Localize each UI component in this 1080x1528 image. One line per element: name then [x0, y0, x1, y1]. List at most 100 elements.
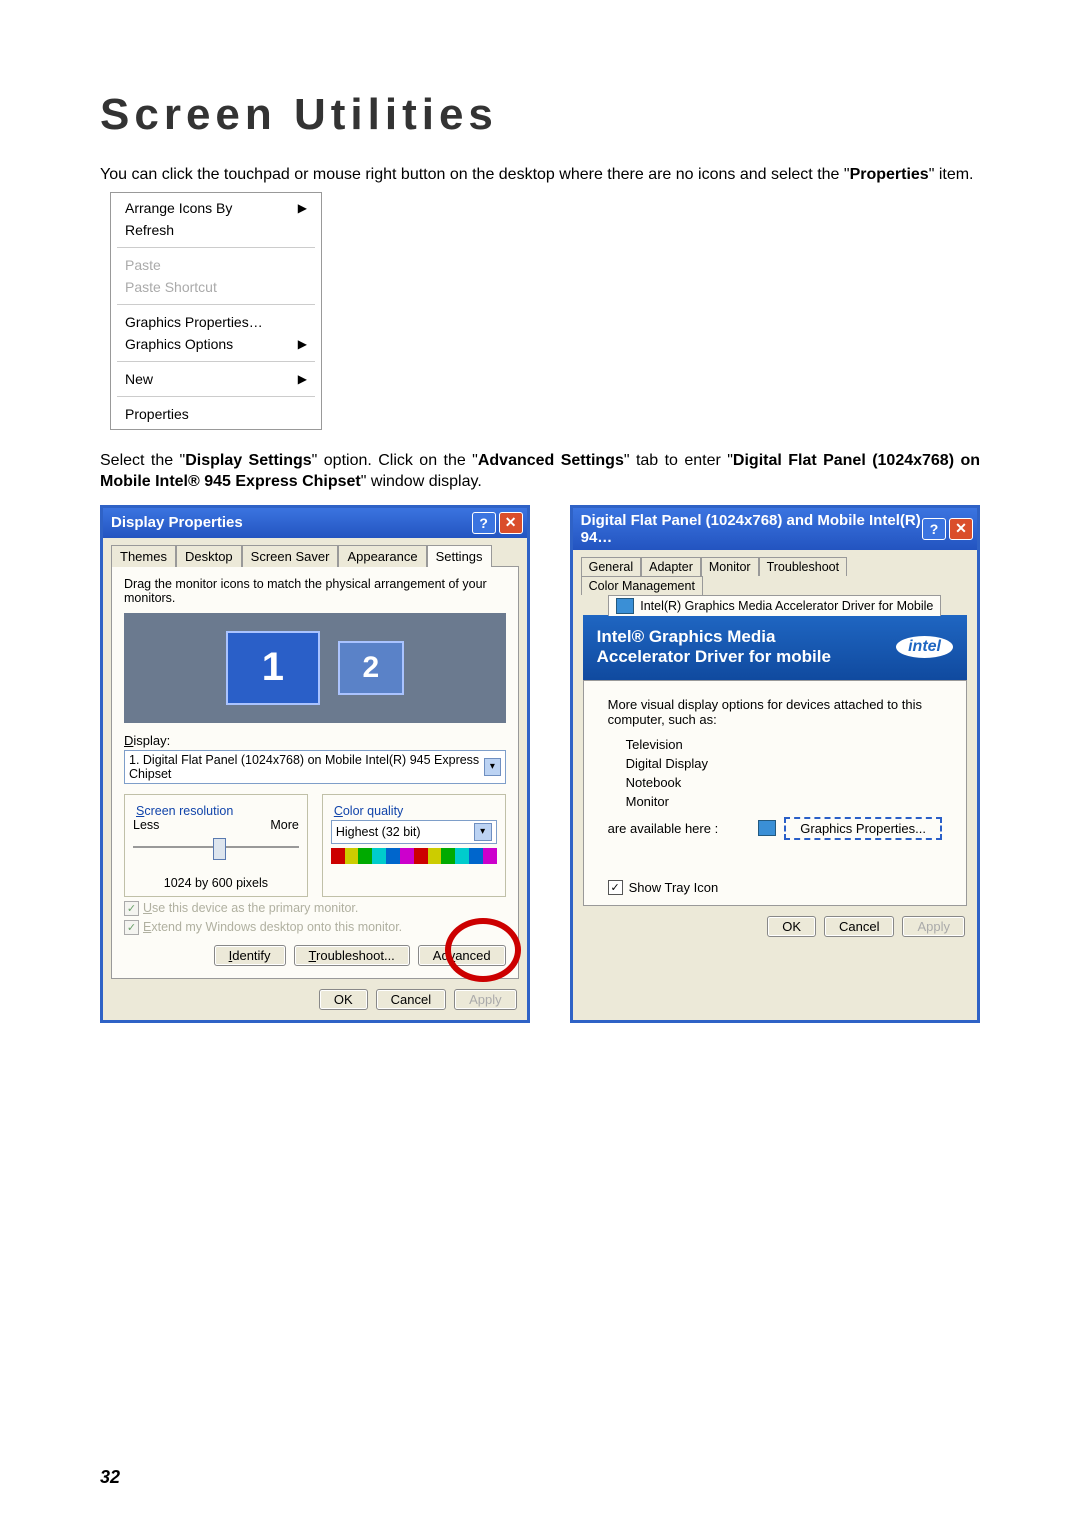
graphics-properties-button[interactable]: Graphics Properties... — [784, 817, 942, 840]
menu-label: Graphics Properties… — [125, 314, 263, 330]
menu-label: New — [125, 371, 153, 387]
show-tray-icon-checkbox[interactable]: ✓ Show Tray Icon — [608, 880, 942, 895]
tab-intel-driver[interactable]: Intel(R) Graphics Media Accelerator Driv… — [608, 595, 941, 616]
menu-label: Graphics Options — [125, 336, 233, 352]
list-item: Television — [626, 737, 942, 752]
tab-general[interactable]: General — [581, 557, 641, 576]
intel-driver-window: Digital Flat Panel (1024x768) and Mobile… — [570, 505, 980, 1023]
list-item: Monitor — [626, 794, 942, 809]
banner-line-1: Intel® Graphics Media — [597, 627, 831, 647]
highlight-circle — [445, 918, 521, 982]
menu-label: Paste — [125, 257, 161, 273]
color-quality-group: Color quality Highest (32 bit) ▾ — [322, 794, 506, 897]
text-bold: Display Settings — [185, 452, 311, 469]
color-quality-select[interactable]: Highest (32 bit) ▾ — [331, 820, 497, 844]
close-button[interactable]: ✕ — [499, 512, 523, 534]
extend-desktop-checkbox: ✓ Extend my Windows desktop onto this mo… — [124, 920, 506, 935]
tab-troubleshoot[interactable]: Troubleshoot — [759, 557, 848, 576]
menu-separator — [117, 361, 315, 362]
menu-separator — [117, 396, 315, 397]
window-title: Digital Flat Panel (1024x768) and Mobile… — [581, 512, 922, 546]
menu-item-graphics-properties[interactable]: Graphics Properties… — [111, 311, 321, 333]
text-bold: Properties — [850, 166, 929, 183]
tab-settings[interactable]: Settings — [427, 545, 492, 567]
close-button[interactable]: ✕ — [949, 518, 973, 540]
text-bold: Advanced Settings — [478, 452, 624, 469]
list-item: Digital Display — [626, 756, 942, 771]
intro-paragraph-1: You can click the touchpad or mouse righ… — [100, 164, 980, 186]
tab-themes[interactable]: Themes — [111, 545, 176, 567]
page-number: 32 — [100, 1467, 120, 1488]
text: Select the " — [100, 452, 185, 469]
text: " window display. — [361, 473, 482, 490]
less-label: Less — [133, 818, 159, 832]
menu-item-properties[interactable]: Properties — [111, 403, 321, 425]
window-title: Display Properties — [111, 514, 243, 531]
menu-item-refresh[interactable]: Refresh — [111, 219, 321, 241]
checkbox-label: Extend my Windows desktop onto this moni… — [143, 920, 402, 934]
troubleshoot-button[interactable]: Troubleshoot... — [294, 945, 410, 966]
tab-appearance[interactable]: Appearance — [338, 545, 426, 567]
submenu-arrow-icon: ▶ — [298, 337, 307, 351]
text: " option. Click on the " — [312, 452, 478, 469]
slider-thumb[interactable] — [213, 838, 226, 860]
intro-paragraph-2: Select the "Display Settings" option. Cl… — [100, 450, 980, 493]
tab-label: Intel(R) Graphics Media Accelerator Driv… — [640, 599, 933, 613]
list-item: Notebook — [626, 775, 942, 790]
page-title: Screen Utilities — [100, 90, 980, 140]
menu-separator — [117, 304, 315, 305]
tab-monitor[interactable]: Monitor — [701, 557, 759, 576]
driver-tab-panel: More visual display options for devices … — [583, 680, 967, 906]
color-swatch-bar — [331, 848, 497, 864]
chevron-down-icon: ▾ — [474, 823, 492, 841]
menu-separator — [117, 247, 315, 248]
menu-item-paste: Paste — [111, 254, 321, 276]
checkbox-icon: ✓ — [124, 920, 139, 935]
ok-button[interactable]: OK — [767, 916, 816, 937]
monitor-arrangement[interactable]: 1 2 — [124, 613, 506, 723]
monitor-1-icon[interactable]: 1 — [226, 631, 320, 705]
tab-strip: Themes Desktop Screen Saver Appearance S… — [103, 538, 527, 566]
menu-label: Properties — [125, 406, 189, 422]
menu-item-new[interactable]: New ▶ — [111, 368, 321, 390]
help-button[interactable]: ? — [922, 518, 946, 540]
checkbox-label: Use this device as the primary monitor. — [143, 901, 358, 915]
tab-screen-saver[interactable]: Screen Saver — [242, 545, 339, 567]
banner-line-2: Accelerator Driver for mobile — [597, 647, 831, 667]
menu-item-graphics-options[interactable]: Graphics Options ▶ — [111, 333, 321, 355]
ok-button[interactable]: OK — [319, 989, 368, 1010]
display-select-value: 1. Digital Flat Panel (1024x768) on Mobi… — [129, 753, 484, 781]
tab-adapter[interactable]: Adapter — [641, 557, 701, 576]
color-quality-value: Highest (32 bit) — [336, 825, 421, 839]
driver-banner: Intel® Graphics Media Accelerator Driver… — [583, 615, 967, 680]
tab-desktop[interactable]: Desktop — [176, 545, 242, 567]
title-bar: Display Properties ? ✕ — [103, 508, 527, 538]
identify-button[interactable]: Identify — [214, 945, 286, 966]
display-select[interactable]: 1. Digital Flat Panel (1024x768) on Mobi… — [124, 750, 506, 784]
menu-label: Paste Shortcut — [125, 279, 217, 295]
cancel-button[interactable]: Cancel — [376, 989, 446, 1010]
legend: Screen resolution — [133, 804, 236, 818]
display-label: Display: — [124, 733, 506, 748]
chevron-down-icon: ▾ — [484, 758, 500, 776]
apply-button: Apply — [454, 989, 517, 1010]
monitor-2-icon[interactable]: 2 — [338, 641, 404, 695]
text: You can click the touchpad or mouse righ… — [100, 166, 850, 183]
screen-resolution-group: Screen resolution Less More 1024 by 600 … — [124, 794, 308, 897]
tab-color-management[interactable]: Color Management — [581, 576, 703, 595]
menu-item-arrange-icons[interactable]: Arrange Icons By ▶ — [111, 197, 321, 219]
tab-strip: General Adapter Monitor Troubleshoot Col… — [573, 550, 977, 615]
menu-label: Arrange Icons By — [125, 200, 232, 216]
intel-tab-icon — [616, 598, 634, 614]
text: " item. — [929, 166, 974, 183]
cancel-button[interactable]: Cancel — [824, 916, 894, 937]
submenu-arrow-icon: ▶ — [298, 201, 307, 215]
primary-monitor-checkbox: ✓ Use this device as the primary monitor… — [124, 901, 506, 916]
help-button[interactable]: ? — [472, 512, 496, 534]
display-properties-window: Display Properties ? ✕ Themes Desktop Sc… — [100, 505, 530, 1023]
submenu-arrow-icon: ▶ — [298, 372, 307, 386]
monitor-icon — [758, 820, 776, 836]
device-type-list: Television Digital Display Notebook Moni… — [608, 737, 942, 809]
available-here-text: are available here : — [608, 821, 719, 836]
resolution-slider[interactable] — [133, 836, 299, 860]
